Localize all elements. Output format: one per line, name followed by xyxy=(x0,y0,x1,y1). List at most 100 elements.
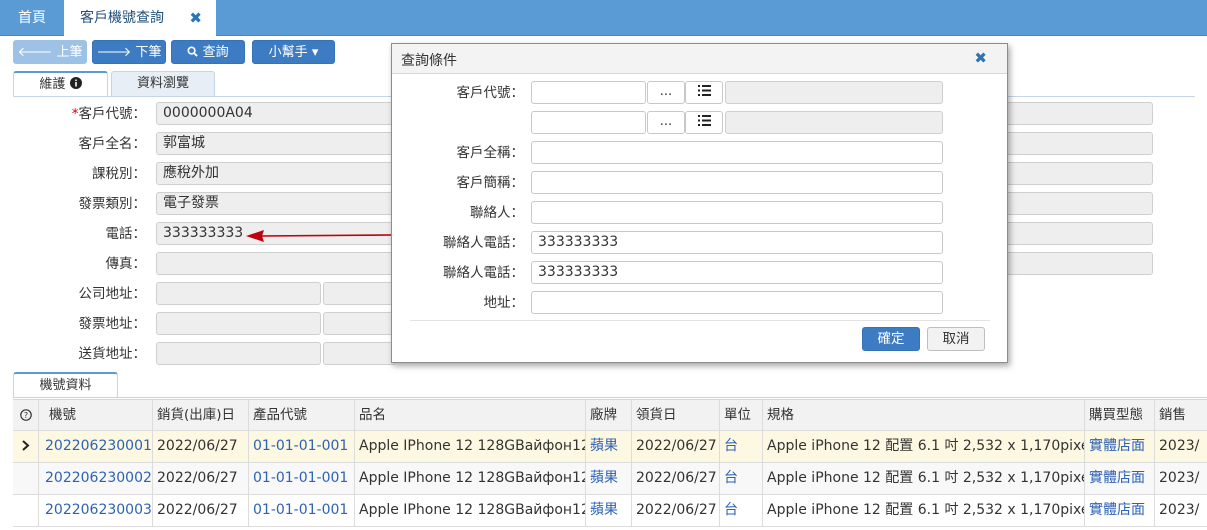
column-header-purchase-type[interactable]: 購買型態 xyxy=(1085,400,1155,432)
dialog-short-name-label: 客戶簡稱： xyxy=(456,175,525,191)
maintain-label: 維護 xyxy=(39,77,66,92)
table-row[interactable]: 202206230003 2022/06/27 01-01-01-001 App… xyxy=(13,495,1207,527)
full-name-extra-field[interactable] xyxy=(1000,132,1153,155)
ok-button[interactable]: 確定 xyxy=(862,327,920,351)
column-header-sales[interactable]: 銷售 xyxy=(1155,400,1207,432)
column-header-unit[interactable]: 單位 xyxy=(720,400,763,432)
tab-browse[interactable]: 資料瀏覽 xyxy=(111,71,215,97)
contact-phone-input-2[interactable]: 333333333 xyxy=(531,261,943,284)
list-icon[interactable] xyxy=(685,111,723,134)
cell-brand[interactable]: 蘋果 xyxy=(586,431,632,463)
dialog-address-label: 地址： xyxy=(483,295,525,311)
invoice-type-extra-field[interactable] xyxy=(1000,192,1153,215)
column-header-serial[interactable]: 機號 xyxy=(39,400,153,432)
tax-type-field[interactable]: 應稅外加 xyxy=(156,162,396,185)
column-header-product-code[interactable]: 產品代號 xyxy=(249,400,355,432)
customer-code-from-name xyxy=(725,81,943,104)
cell-sale-date: 2022/06/27 xyxy=(153,431,249,463)
cell-product-code[interactable]: 01-01-01-001 xyxy=(249,495,355,527)
full-name-input[interactable] xyxy=(531,141,943,164)
phone-extra-field[interactable] xyxy=(1000,222,1153,245)
tab-serial-data[interactable]: 機號資料 xyxy=(13,372,118,398)
cell-spec: Apple iPhone 12 配置 6.1 吋 2,532 x 1,170pi… xyxy=(763,463,1085,495)
column-header-spec[interactable]: 規格 xyxy=(763,400,1085,432)
cell-pickup-date: 2022/06/27 xyxy=(632,431,720,463)
arrow-right-icon: 🡒 xyxy=(96,45,132,60)
cancel-button[interactable]: 取消 xyxy=(927,327,985,351)
cell-unit[interactable]: 台 xyxy=(720,495,763,527)
cell-purchase-type[interactable]: 實體店面 xyxy=(1085,495,1155,527)
short-name-input[interactable] xyxy=(531,171,943,194)
cell-product-code[interactable]: 01-01-01-001 xyxy=(249,431,355,463)
customer-code-to-browse-button[interactable]: ... xyxy=(647,111,685,134)
help-icon[interactable]: ? xyxy=(13,400,39,432)
fax-label: 傳真： xyxy=(105,256,147,272)
prev-label: 上筆 xyxy=(56,45,83,60)
tab-customer-serial-query[interactable]: 客戶機號查詢 ✖ xyxy=(64,0,216,36)
customer-code-to-name xyxy=(725,111,943,134)
dialog-contact-label: 聯絡人： xyxy=(470,205,524,221)
tax-type-label: 課稅別： xyxy=(92,166,146,182)
cell-brand[interactable]: 蘋果 xyxy=(586,495,632,527)
close-icon[interactable]: ✖ xyxy=(189,0,202,36)
cell-purchase-type[interactable]: 實體店面 xyxy=(1085,463,1155,495)
contact-phone-input-1[interactable]: 333333333 xyxy=(531,231,943,254)
full-name-field[interactable]: 郭富城 xyxy=(156,132,396,155)
tab-maintain[interactable]: 維護 xyxy=(13,71,108,97)
row-pointer-icon xyxy=(13,431,39,463)
row-indicator xyxy=(13,463,39,495)
table-row[interactable]: 202206230001 2022/06/27 01-01-01-001 App… xyxy=(13,431,1207,463)
column-header-sale-date[interactable]: 銷貨(出庫)日 xyxy=(153,400,249,432)
query-button[interactable]: 查詢 xyxy=(171,40,245,64)
phone-label: 電話： xyxy=(105,226,147,242)
invoice-type-field[interactable]: 電子發票 xyxy=(156,192,396,215)
cell-unit[interactable]: 台 xyxy=(720,463,763,495)
cell-unit[interactable]: 台 xyxy=(720,431,763,463)
customer-code-field[interactable]: 0000000A04 xyxy=(156,102,396,125)
cell-product-name: Apple IPhone 12 128GВайфон12 xyxy=(355,463,586,495)
next-label: 下筆 xyxy=(135,45,162,60)
cell-product-name: Apple IPhone 12 128GВайфон12 xyxy=(355,431,586,463)
top-tab-bar: 首頁 客戶機號查詢 ✖ xyxy=(0,0,1207,36)
helper-dropdown-button[interactable]: 小幫手 ▾ xyxy=(252,40,335,64)
address-input[interactable] xyxy=(531,291,943,314)
list-icon[interactable] xyxy=(685,81,723,104)
customer-code-extra-field[interactable] xyxy=(1000,102,1153,125)
table-row[interactable]: 202206230002 2022/06/27 01-01-01-001 App… xyxy=(13,463,1207,495)
invoice-address-field[interactable] xyxy=(323,312,396,335)
fax-extra-field[interactable] xyxy=(1000,252,1153,275)
cell-purchase-type[interactable]: 實體店面 xyxy=(1085,431,1155,463)
fax-field[interactable] xyxy=(156,252,396,275)
close-icon[interactable]: ✖ xyxy=(974,49,987,67)
invoice-address-zip-field[interactable] xyxy=(156,312,321,335)
company-address-zip-field[interactable] xyxy=(156,282,321,305)
cell-serial[interactable]: 202206230002 xyxy=(39,463,153,495)
delivery-address-zip-field[interactable] xyxy=(156,342,321,365)
tab-home[interactable]: 首頁 xyxy=(0,0,64,36)
query-dialog: 查詢條件 ✖ 客戶代號： ... ... 客戶全稱： 客戶簡稱： 聯絡人： 聯絡… xyxy=(391,43,1008,363)
customer-code-from-input[interactable] xyxy=(531,81,646,104)
next-record-button[interactable]: 🡒 下筆 xyxy=(92,40,166,64)
column-header-pickup-date[interactable]: 領貨日 xyxy=(632,400,720,432)
search-icon xyxy=(187,45,202,60)
contact-input[interactable] xyxy=(531,201,943,224)
prev-record-button[interactable]: 🡐 上筆 xyxy=(13,40,87,64)
tax-type-extra-field[interactable] xyxy=(1000,162,1153,185)
cell-product-code[interactable]: 01-01-01-001 xyxy=(249,463,355,495)
customer-code-to-input[interactable] xyxy=(531,111,646,134)
company-address-field[interactable] xyxy=(323,282,396,305)
cell-serial[interactable]: 202206230003 xyxy=(39,495,153,527)
delivery-address-field[interactable] xyxy=(323,342,396,365)
cell-pickup-date: 2022/06/27 xyxy=(632,495,720,527)
invoice-address-label: 發票地址： xyxy=(78,316,147,332)
column-header-product-name[interactable]: 品名 xyxy=(355,400,586,432)
helper-label: 小幫手 xyxy=(268,45,308,60)
customer-code-from-browse-button[interactable]: ... xyxy=(647,81,685,104)
cell-sales: 2023/ xyxy=(1159,502,1200,518)
cell-spec: Apple iPhone 12 配置 6.1 吋 2,532 x 1,170pi… xyxy=(763,495,1085,527)
full-name-label: 客戶全名： xyxy=(78,136,147,152)
cell-brand[interactable]: 蘋果 xyxy=(586,463,632,495)
cell-serial[interactable]: 202206230001 xyxy=(39,431,153,463)
column-header-brand[interactable]: 廠牌 xyxy=(586,400,632,432)
cell-pickup-date: 2022/06/27 xyxy=(632,463,720,495)
